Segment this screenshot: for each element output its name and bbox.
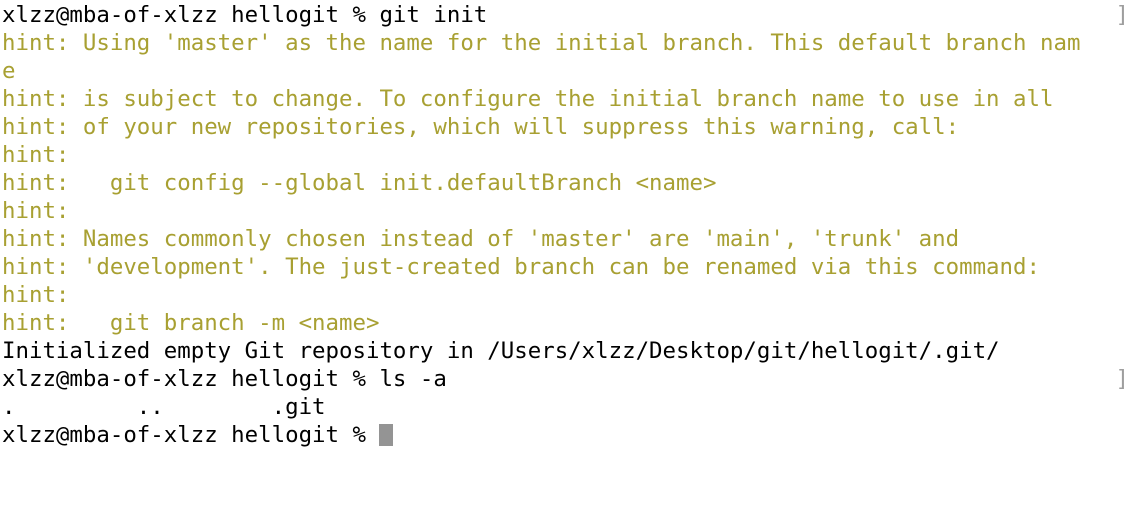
text-cursor bbox=[379, 424, 393, 446]
terminal-line: hint: git branch -m <name> bbox=[0, 309, 1130, 337]
terminal-line-text: hint: Using 'master' as the name for the… bbox=[2, 30, 1081, 56]
terminal-line-text: hint: bbox=[2, 282, 70, 308]
terminal-line: hint: git config --global init.defaultBr… bbox=[0, 169, 1130, 197]
terminal-line: xlzz@mba-of-xlzz hellogit % bbox=[0, 421, 1130, 449]
terminal-line-text: e bbox=[2, 58, 16, 84]
terminal-line: hint: 'development'. The just-created br… bbox=[0, 253, 1130, 281]
terminal-line-text: hint: bbox=[2, 198, 70, 224]
line-edge-marker: ] bbox=[1115, 2, 1129, 28]
terminal-line: hint: bbox=[0, 197, 1130, 225]
line-edge-marker: ] bbox=[1115, 366, 1129, 392]
terminal-line: xlzz@mba-of-xlzz hellogit % git init] bbox=[0, 1, 1130, 29]
terminal-window[interactable]: xlzz@mba-of-xlzz hellogit % git init] hin… bbox=[0, 0, 1130, 518]
terminal-line-text: hint: git config --global init.defaultBr… bbox=[2, 170, 717, 196]
terminal-line-text: xlzz@mba-of-xlzz hellogit % ls -a bbox=[2, 366, 447, 392]
terminal-line-text: hint: git branch -m <name> bbox=[2, 310, 380, 336]
terminal-line-text: Initialized empty Git repository in /Use… bbox=[2, 338, 1000, 364]
terminal-line-text: xlzz@mba-of-xlzz hellogit % git init bbox=[2, 2, 488, 28]
terminal-line: hint: Using 'master' as the name for the… bbox=[0, 29, 1130, 57]
terminal-line: xlzz@mba-of-xlzz hellogit % ls -a] bbox=[0, 365, 1130, 393]
terminal-line-text: hint: of your new repositories, which wi… bbox=[2, 114, 960, 140]
terminal-line: hint: bbox=[0, 281, 1130, 309]
terminal-line: hint: Names commonly chosen instead of '… bbox=[0, 225, 1130, 253]
terminal-line: e bbox=[0, 57, 1130, 85]
terminal-line: hint: bbox=[0, 141, 1130, 169]
terminal-line: hint: is subject to change. To configure… bbox=[0, 85, 1130, 113]
terminal-line: hint: of your new repositories, which wi… bbox=[0, 113, 1130, 141]
terminal-line-text: hint: Names commonly chosen instead of '… bbox=[2, 226, 960, 252]
terminal-line-text: hint: 'development'. The just-created br… bbox=[2, 254, 1040, 280]
terminal-line: . .. .git bbox=[0, 393, 1130, 421]
terminal-line-text: hint: is subject to change. To configure… bbox=[2, 86, 1054, 112]
terminal-line-text: . .. .git bbox=[2, 394, 326, 420]
terminal-line-text: xlzz@mba-of-xlzz hellogit % bbox=[2, 422, 380, 448]
terminal-screen[interactable]: xlzz@mba-of-xlzz hellogit % git init] hin… bbox=[0, 0, 1130, 449]
terminal-line: Initialized empty Git repository in /Use… bbox=[0, 337, 1130, 365]
terminal-line-text: hint: bbox=[2, 142, 70, 168]
